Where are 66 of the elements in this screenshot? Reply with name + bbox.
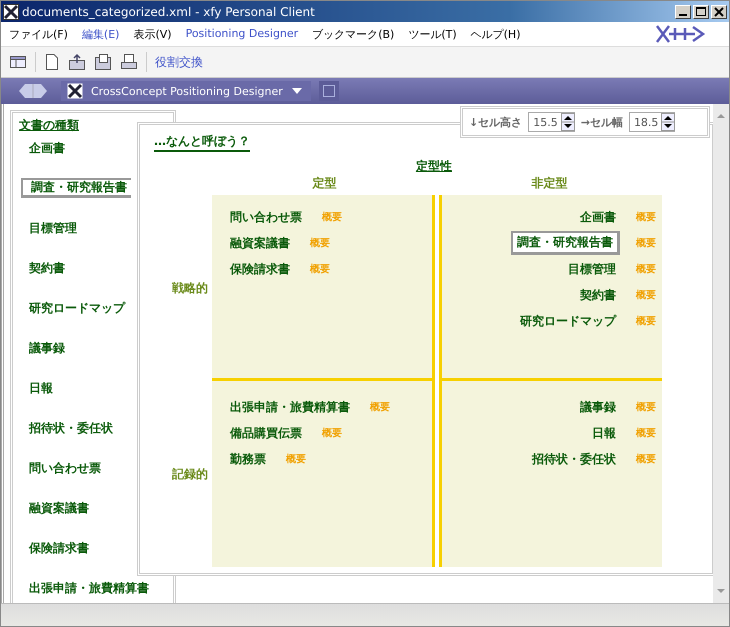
document-item[interactable]: 招待状・委任状 <box>528 450 620 468</box>
minimize-icon <box>679 14 687 16</box>
dropdown-caret-icon <box>290 87 303 95</box>
toolbar-link[interactable]: 役割交換 <box>155 54 203 70</box>
sidebar-item[interactable]: 契約書 <box>21 258 69 278</box>
print-icon[interactable] <box>120 53 138 71</box>
selector-label: CrossConcept Positioning Designer <box>91 84 283 98</box>
cell-width-label: →セル幅 <box>580 114 623 130</box>
close-button[interactable] <box>711 4 727 18</box>
sidebar-item[interactable]: 議事録 <box>21 338 69 358</box>
document-item[interactable]: 目標管理 <box>564 260 620 278</box>
sidebar-item[interactable]: 融資案議書 <box>21 498 93 518</box>
menu-item[interactable]: ブックマーク(B) <box>312 26 394 42</box>
sidebar-item[interactable]: 出張申請・旅費精算書 <box>21 578 153 598</box>
chart-title: …なんと呼ぼう？ <box>154 133 250 152</box>
sidebar-item[interactable]: 調査・研究報告書 <box>21 178 131 198</box>
logo-icon <box>655 24 705 44</box>
sidebar-item[interactable]: 日報 <box>21 378 57 398</box>
maximize-icon <box>696 6 706 16</box>
app-icon <box>67 83 83 99</box>
panel-icon[interactable] <box>9 54 27 70</box>
document-item[interactable]: 企画書 <box>576 208 620 226</box>
document-item[interactable]: 出張申請・旅費精算書 <box>226 398 354 416</box>
close-icon <box>714 6 724 16</box>
sidebar-item[interactable]: 企画書 <box>21 138 69 158</box>
minimize-button[interactable] <box>675 4 691 18</box>
document-item[interactable]: 契約書 <box>576 286 620 304</box>
cell-height-label: ↓セル高さ <box>469 114 522 130</box>
row-header: 記録的 <box>171 466 209 482</box>
document-item[interactable]: 調査・研究報告書 <box>511 231 620 255</box>
row-header: 戦略的 <box>170 280 209 296</box>
window-title: documents_categorized.xml - xfy Personal Client <box>22 4 316 18</box>
document-item[interactable]: 日報 <box>588 424 620 442</box>
document-item[interactable]: 融資案議書 <box>226 234 294 252</box>
sidebar-item[interactable]: 目標管理 <box>21 218 81 238</box>
column-header: 非定型 <box>530 175 568 192</box>
menu-item[interactable]: 編集(E) <box>82 26 120 42</box>
app-icon <box>3 4 19 20</box>
document-item[interactable]: 問い合わせ票 <box>226 208 306 226</box>
frame-icon[interactable] <box>318 81 339 101</box>
sidebar-title: 文書の種類 <box>19 117 79 134</box>
menu-item[interactable]: ヘルプ(H) <box>470 26 520 42</box>
cell-height-spinner[interactable]: 15.5 <box>528 112 575 132</box>
menu-item[interactable]: ツール(T) <box>408 26 457 42</box>
view-selector[interactable]: CrossConcept Positioning Designer <box>61 81 311 101</box>
maximize-button[interactable] <box>693 4 709 18</box>
menu-item[interactable]: Positioning Designer <box>186 26 298 42</box>
document-item[interactable]: 議事録 <box>576 398 620 416</box>
document-item[interactable]: 保険請求書 <box>226 260 294 278</box>
document-item[interactable]: 勤務票 <box>226 450 270 468</box>
menu-item[interactable]: 表示(V) <box>133 26 172 42</box>
save-icon[interactable] <box>94 53 112 71</box>
axis-title: 定型性 <box>414 158 453 175</box>
spinner-arrows-icon <box>560 113 575 131</box>
sidebar-item[interactable]: 研究ロードマップ <box>21 298 129 318</box>
folder-upload-icon[interactable] <box>68 53 86 71</box>
menu-item[interactable]: ファイル(F) <box>9 26 68 42</box>
document-item[interactable]: 研究ロードマップ <box>516 312 620 330</box>
document-item[interactable]: 備品購買伝票 <box>226 424 306 442</box>
sidebar-item[interactable]: 問い合わせ票 <box>21 458 105 478</box>
sidebar-item[interactable]: 招待状・委任状 <box>21 418 117 438</box>
column-header: 定型 <box>311 175 338 192</box>
spinner-arrows-icon <box>661 113 676 131</box>
new-document-icon[interactable] <box>44 53 60 71</box>
sidebar-item[interactable]: 保険請求書 <box>21 538 93 558</box>
cell-width-spinner[interactable]: 18.5 <box>628 112 676 132</box>
